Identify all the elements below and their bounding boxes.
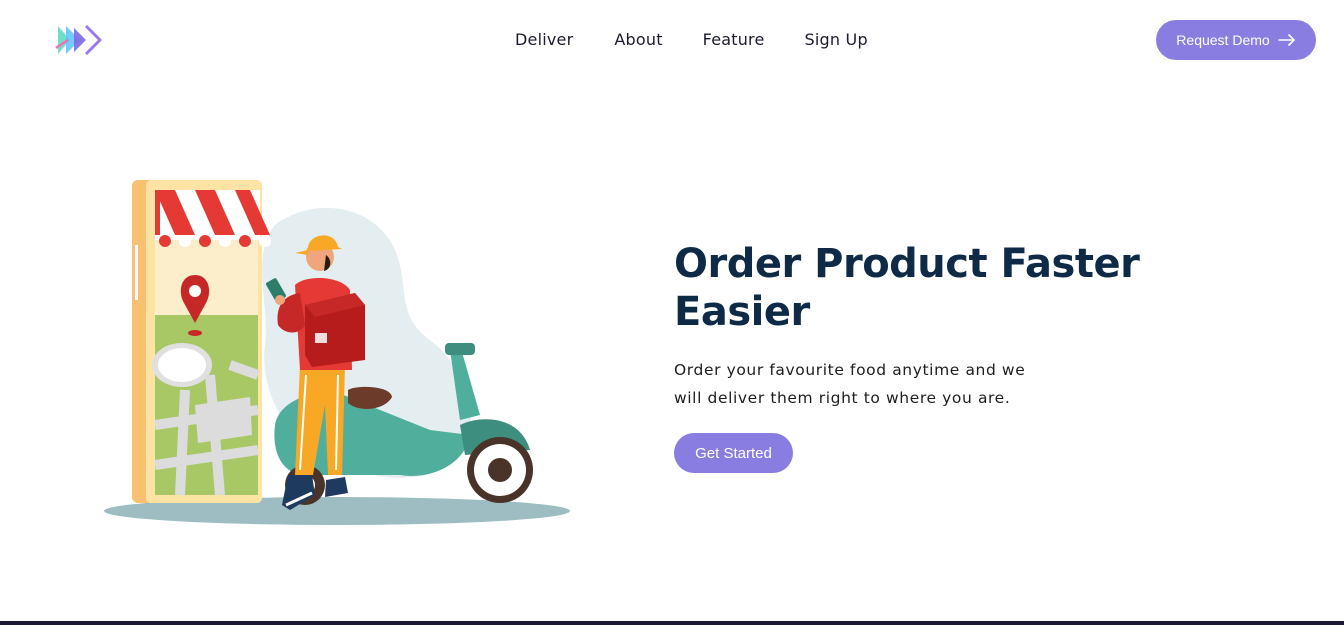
nav-link-sign-up[interactable]: Sign Up xyxy=(805,30,868,50)
hero-title: Order Product Faster Easier xyxy=(674,240,1154,336)
hero-description-line-2: will deliver them right to where you are… xyxy=(674,389,1011,407)
get-started-button[interactable]: Get Started xyxy=(674,433,793,473)
request-demo-button[interactable]: Request Demo xyxy=(1156,20,1316,60)
hero-description: Order your favourite food anytime and we… xyxy=(674,356,1064,412)
nav-link-deliver[interactable]: Deliver xyxy=(515,30,573,50)
phone-side-button xyxy=(135,245,138,300)
shop-awning-icon xyxy=(155,190,271,247)
section-divider xyxy=(0,621,1344,625)
chevrons-right-logo-icon[interactable] xyxy=(54,22,106,58)
landing-page: Deliver About Feature Sign Up Request De… xyxy=(0,0,1344,625)
hero-title-line-1: Order Product Faster xyxy=(674,241,1140,287)
hero-description-line-1: Order your favourite food anytime and we xyxy=(674,361,1026,379)
request-demo-label: Request Demo xyxy=(1176,32,1270,48)
main-nav: Deliver About Feature Sign Up xyxy=(515,30,868,50)
hero-title-line-2: Easier xyxy=(674,289,810,335)
arrow-right-icon xyxy=(1277,34,1295,46)
map-icon xyxy=(152,315,260,496)
delivery-bag-icon xyxy=(305,293,365,367)
nav-link-about[interactable]: About xyxy=(614,30,662,50)
nav-link-feature[interactable]: Feature xyxy=(703,30,765,50)
delivery-courier-scooter-illustration xyxy=(104,180,570,525)
